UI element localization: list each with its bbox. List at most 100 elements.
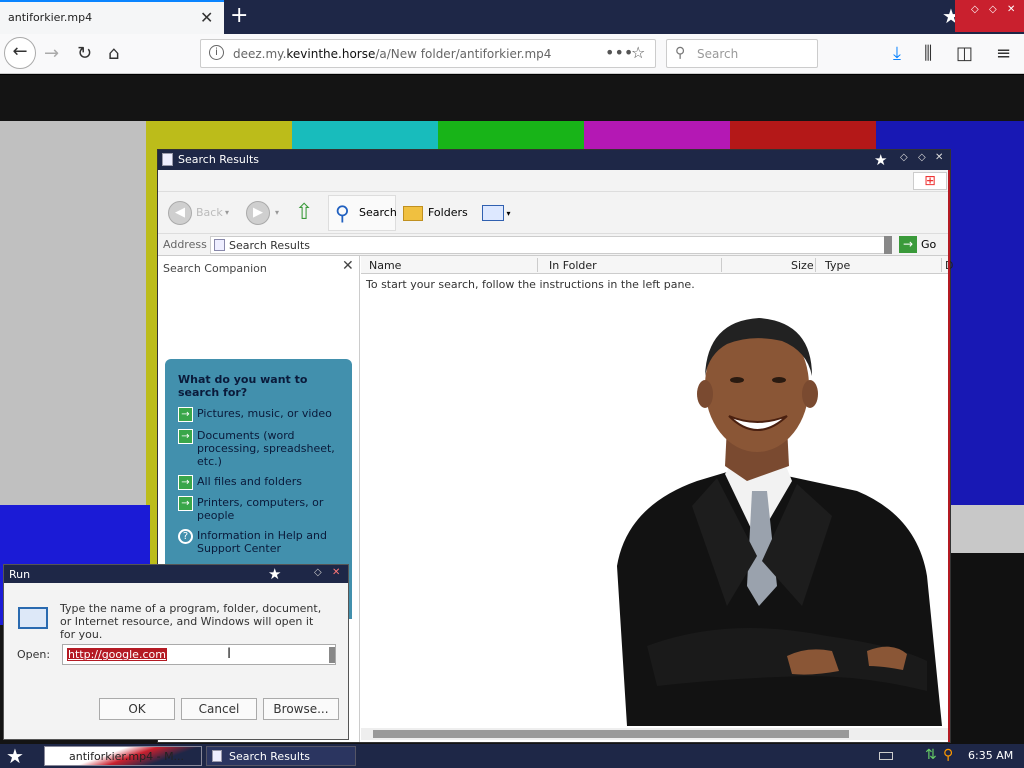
star-icon: ★: [874, 151, 888, 169]
column-divider[interactable]: [815, 258, 816, 272]
horizontal-scrollbar[interactable]: [361, 728, 950, 740]
close-window-icon[interactable]: ✕: [1007, 4, 1015, 15]
library-icon[interactable]: ⫼: [924, 40, 932, 68]
taskbar-item-video[interactable]: antiforkier.mp4 - M...: [44, 746, 202, 766]
views-dropdown-icon: ▾: [504, 209, 511, 218]
explorer-toolbar: ◀ Back ▾ ▶ ▾ ⇧ ⚲ Search Folders ▾: [158, 192, 950, 234]
home-icon[interactable]: ⌂: [108, 40, 119, 68]
option-help[interactable]: ? Information in Help and Support Center: [178, 529, 348, 555]
network-icon[interactable]: ⇅: [925, 747, 937, 763]
close-icon[interactable]: ✕: [342, 258, 354, 274]
column-divider[interactable]: [941, 258, 942, 272]
option-all-files[interactable]: → All files and folders: [178, 475, 348, 490]
maximize-icon[interactable]: ◇: [918, 152, 926, 163]
back-arrow-icon[interactable]: ←: [4, 37, 36, 69]
column-divider[interactable]: [537, 258, 538, 272]
option-pictures[interactable]: → Pictures, music, or video: [178, 407, 348, 422]
new-tab-icon[interactable]: +: [230, 3, 248, 28]
search-button[interactable]: ⚲ Search: [328, 195, 397, 231]
folders-button[interactable]: Folders: [403, 200, 468, 226]
address-bar: Address Search Results → Go: [158, 234, 950, 256]
reload-icon[interactable]: ↻: [77, 40, 92, 68]
run-titlebar[interactable]: Run ★ ◇ ✕: [4, 565, 348, 583]
maximize-icon[interactable]: ◇: [314, 567, 322, 578]
search-companion-title: Search Companion: [163, 262, 267, 275]
open-label: Open:: [17, 648, 51, 661]
column-size[interactable]: Size: [791, 259, 814, 272]
menu-icon[interactable]: ≡: [996, 40, 1011, 68]
minimize-icon[interactable]: ◇: [900, 152, 908, 163]
minimize-icon[interactable]: ◇: [971, 4, 979, 15]
search-box[interactable]: ⚲ Search: [666, 39, 818, 68]
download-icon[interactable]: ⤓: [893, 40, 901, 68]
open-dropdown[interactable]: [329, 647, 335, 663]
url-bar[interactable]: i deez.my.kevinthe.horse/a/New folder/an…: [200, 39, 656, 68]
open-input[interactable]: http://google.com I: [62, 644, 336, 665]
option-documents[interactable]: → Documents (word processing, spreadsheet…: [178, 429, 348, 468]
forward-arrow-icon[interactable]: →: [44, 40, 59, 68]
search-icon: ⚲: [675, 45, 686, 61]
address-input[interactable]: Search Results: [210, 236, 890, 254]
column-type[interactable]: Type: [825, 259, 850, 272]
run-description: Type the name of a program, folder, docu…: [60, 602, 322, 641]
clock: 6:35 AM: [968, 749, 1014, 762]
cancel-button[interactable]: Cancel: [181, 698, 257, 720]
bookmark-star-icon[interactable]: ☆: [631, 43, 645, 62]
tab-bar: antiforkier.mp4 ✕ + ★ ◇ ◇ ✕: [0, 0, 1024, 34]
text-cursor-icon: I: [227, 646, 232, 662]
column-header: Name In Folder Size Type D: [361, 256, 953, 274]
up-folder-icon[interactable]: ⇧: [295, 200, 313, 226]
column-in-folder[interactable]: In Folder: [549, 259, 597, 272]
scrollbar-thumb[interactable]: [373, 730, 849, 738]
close-icon[interactable]: ✕: [935, 152, 943, 163]
search-results-titlebar[interactable]: Search Results ★ ◇ ◇ ✕: [158, 150, 950, 170]
forward-arrow-icon[interactable]: ▶: [246, 201, 270, 225]
color-bar-dark: [950, 553, 1024, 745]
option-printers[interactable]: → Printers, computers, or people: [178, 496, 348, 522]
column-divider[interactable]: [721, 258, 722, 272]
back-dropdown-icon[interactable]: ▾: [225, 200, 229, 226]
window-title: Search Results: [178, 153, 260, 166]
tab-close-icon[interactable]: ✕: [200, 8, 213, 27]
go-arrow-icon: →: [899, 236, 917, 253]
forward-dropdown-icon[interactable]: ▾: [275, 200, 279, 226]
green-arrow-icon: →: [178, 429, 193, 444]
sidebar-icon[interactable]: ◫: [956, 40, 973, 68]
start-star-icon[interactable]: ★: [6, 744, 24, 768]
run-title: Run: [9, 568, 31, 581]
menu-bar: ⊞: [158, 170, 950, 192]
taskbar: ★ antiforkier.mp4 - M... Search Results …: [0, 744, 1024, 768]
document-icon: [214, 239, 225, 251]
page-actions-icon[interactable]: •••: [605, 43, 633, 62]
taskbar-item-search-results[interactable]: Search Results: [206, 746, 356, 766]
column-name[interactable]: Name: [369, 259, 401, 272]
url-text: deez.my.kevinthe.horse/a/New folder/anti…: [233, 47, 552, 61]
document-icon: [162, 153, 173, 166]
search-placeholder: Search: [697, 47, 739, 61]
browse-button[interactable]: Browse...: [263, 698, 339, 720]
back-arrow-icon[interactable]: ◀: [168, 201, 192, 225]
green-arrow-icon: →: [178, 407, 193, 422]
search-tray-icon[interactable]: ⚲: [943, 747, 953, 763]
search-hint: To start your search, follow the instruc…: [366, 278, 695, 291]
keyboard-icon[interactable]: [879, 752, 893, 760]
go-button[interactable]: → Go: [899, 236, 936, 254]
views-button[interactable]: ▾: [482, 200, 511, 226]
window-border-accent: [948, 170, 950, 742]
back-label[interactable]: Back: [196, 200, 223, 226]
window-controls: ◇ ◇ ✕: [955, 0, 1024, 32]
address-dropdown[interactable]: [884, 236, 892, 254]
run-dialog: Run ★ ◇ ✕ Type the name of a program, fo…: [3, 564, 349, 740]
browser-tab[interactable]: antiforkier.mp4 ✕: [0, 0, 224, 34]
windows-logo-icon: ⊞: [913, 172, 947, 190]
maximize-icon[interactable]: ◇: [989, 4, 997, 15]
address-label: Address: [163, 238, 207, 251]
help-icon: ?: [178, 529, 193, 544]
close-icon[interactable]: ✕: [332, 567, 340, 578]
ok-button[interactable]: OK: [99, 698, 175, 720]
open-value: http://google.com: [67, 648, 167, 661]
run-program-icon: [18, 607, 48, 629]
tab-title: antiforkier.mp4: [8, 11, 93, 24]
search-question: What do you want to search for?: [178, 373, 308, 399]
info-icon[interactable]: i: [209, 45, 224, 60]
